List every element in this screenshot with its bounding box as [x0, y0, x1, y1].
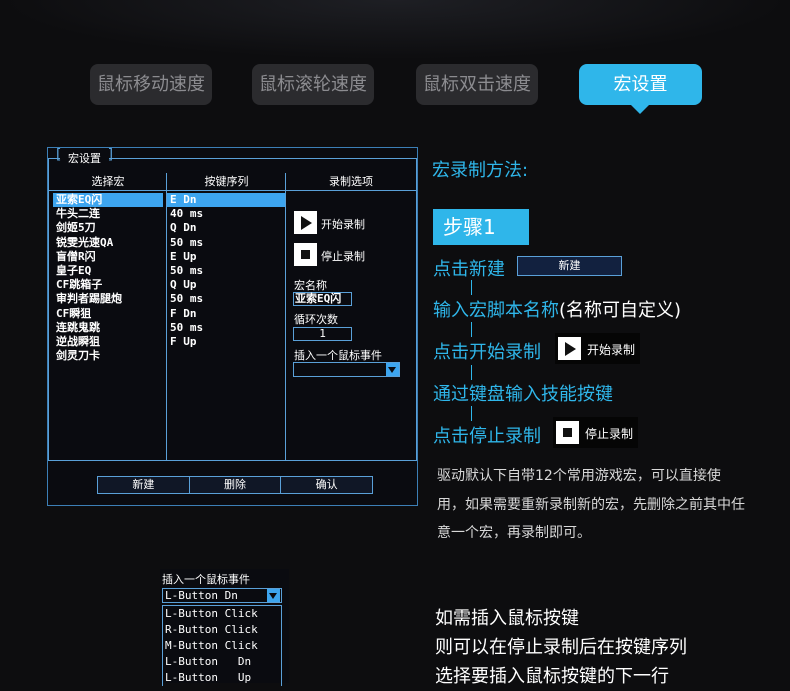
- macro-list-item[interactable]: 剑姬5刀: [53, 221, 163, 235]
- macro-list-item[interactable]: 审判者踢腿炮: [53, 292, 163, 306]
- panel-title: 宏设置: [54, 147, 115, 166]
- macro-panel: 宏设置 选择宏 按键序列 录制选项 亚索EQ闪牛头二连剑姬5刀锐雯光速QA盲僧R…: [47, 147, 418, 506]
- connector-line: [471, 280, 472, 295]
- panel-button-row: 新建 删除 确认: [97, 476, 373, 494]
- delete-button[interactable]: 删除: [188, 477, 281, 493]
- top-glow: [0, 0, 790, 60]
- col-header-options: 录制选项: [286, 173, 416, 191]
- macro-list-item[interactable]: 亚索EQ闪: [53, 193, 163, 208]
- connector-line: [471, 322, 472, 337]
- stop-record-sample-label: 停止录制: [585, 427, 634, 441]
- dropdown-selected-text: L-Button Dn: [165, 589, 238, 602]
- key-sequence-item[interactable]: 50 ms: [167, 236, 285, 250]
- bottom-note-line: 选择要插入鼠标按键的下一行: [435, 666, 669, 687]
- key-sequence-item[interactable]: F Up: [167, 335, 285, 349]
- stop-record-sample: 停止录制: [553, 417, 638, 448]
- step-enter-name-note: (名称可自定义): [559, 300, 682, 321]
- stop-record-sample-button: [556, 421, 579, 444]
- macro-list-item[interactable]: 锐雯光速QA: [53, 236, 163, 250]
- bottom-note: 如需插入鼠标按键 则可以在停止录制后在按键序列 选择要插入鼠标按键的下一行: [435, 604, 687, 691]
- bottom-note-line: 如需插入鼠标按键: [435, 608, 579, 629]
- key-sequence-item[interactable]: E Up: [167, 250, 285, 264]
- key-sequence-item[interactable]: 50 ms: [167, 264, 285, 278]
- key-sequence-item[interactable]: 40 ms: [167, 207, 285, 221]
- insert-mouse-event-select[interactable]: [293, 362, 400, 377]
- dropdown-label: 插入一个鼠标事件: [162, 573, 250, 586]
- play-icon: [301, 216, 312, 230]
- macro-list-item[interactable]: 连跳鬼跳: [53, 321, 163, 335]
- macro-list: 亚索EQ闪 牛头二连 剑姬5刀 锐雯光速QA 盲僧R闪 皇子EQ CF跳箱子 审判者踢腿炮 CF…: [53, 193, 163, 363]
- macro-list-item[interactable]: 剑灵刀卡: [53, 349, 163, 363]
- insert-mouse-event-label: 插入一个鼠标事件: [294, 349, 382, 362]
- macro-list-item[interactable]: 皇子EQ: [53, 264, 163, 278]
- stop-icon: [301, 250, 310, 259]
- key-sequence-item[interactable]: Q Up: [167, 278, 285, 292]
- new-button-sample: 新建: [517, 256, 622, 276]
- macro-name-input[interactable]: 亚索EQ闪: [293, 292, 352, 306]
- start-record-sample-label: 开始录制: [587, 343, 636, 357]
- tab-macro-settings[interactable]: 宏设置: [579, 64, 702, 114]
- new-button[interactable]: 新建: [98, 477, 189, 493]
- bottom-note-line: 则可以在停止录制后在按键序列: [435, 637, 687, 658]
- loop-count-input[interactable]: 1: [293, 327, 352, 341]
- chevron-down-icon: [267, 589, 280, 602]
- key-sequence-item[interactable]: 50 ms: [167, 321, 285, 335]
- key-sequence-item[interactable]: E Dn: [167, 193, 285, 208]
- macro-list-item[interactable]: 盲僧R闪: [53, 250, 163, 264]
- dropdown-options: L-Button Click R-Button Click M-Button Cli…: [162, 605, 282, 686]
- macro-list-item[interactable]: CF瞬狙: [53, 307, 163, 321]
- key-sequence-item[interactable]: 50 ms: [167, 292, 285, 306]
- description-paragraph: 驱动默认下自带12个常用游戏宏，可以直接使用，如果需要重新录制新的宏，先删除之前…: [437, 468, 745, 541]
- step-start-record: 点击开始录制: [433, 342, 541, 363]
- dropdown-option[interactable]: R-Button Click: [163, 622, 281, 638]
- start-record-button[interactable]: [294, 211, 317, 234]
- tab-mouse-speed[interactable]: 鼠标移动速度: [90, 64, 212, 105]
- step-enter-name-text: 输入宏脚本名称: [433, 300, 559, 321]
- tab-scroll-speed[interactable]: 鼠标滚轮速度: [252, 64, 374, 105]
- connector-line: [471, 406, 472, 421]
- macro-list-item[interactable]: 逆战瞬狙: [53, 335, 163, 349]
- mouse-event-dropdown: 插入一个鼠标事件 L-Button Dn L-Button Click R-But…: [160, 569, 289, 686]
- play-icon: [565, 342, 576, 356]
- key-sequence-list: E Dn 40 ms Q Dn 50 ms E Up 50 ms Q Up 50 ms F Dn…: [167, 193, 285, 349]
- tab-double-click-speed[interactable]: 鼠标双击速度: [416, 64, 538, 105]
- loop-count-label: 循环次数: [294, 313, 338, 326]
- col-header-macro: 选择宏: [49, 173, 167, 191]
- stop-record-label: 停止录制: [321, 250, 365, 263]
- step-stop-record: 点击停止录制: [433, 426, 541, 447]
- chevron-down-icon: [386, 363, 399, 376]
- step-badge: 步骤1: [433, 209, 529, 245]
- confirm-button[interactable]: 确认: [280, 477, 373, 493]
- dropdown-option[interactable]: L-Button Up: [163, 670, 281, 686]
- macro-list-item[interactable]: CF跳箱子: [53, 278, 163, 292]
- macro-list-item[interactable]: 牛头二连: [53, 207, 163, 221]
- dropdown-selected[interactable]: L-Button Dn: [162, 588, 282, 603]
- start-record-sample-button: [558, 337, 581, 360]
- stop-record-button[interactable]: [294, 243, 317, 266]
- start-record-label: 开始录制: [321, 218, 365, 231]
- key-sequence-item[interactable]: F Dn: [167, 307, 285, 321]
- col-header-keys: 按键序列: [167, 173, 286, 191]
- stop-icon: [563, 428, 572, 437]
- method-title: 宏录制方法:: [432, 160, 529, 181]
- step-click-new: 点击新建: [433, 259, 505, 280]
- divider: [285, 173, 286, 461]
- dropdown-option[interactable]: L-Button Click: [163, 606, 281, 622]
- connector-line: [471, 365, 472, 380]
- start-record-sample: 开始录制: [555, 333, 640, 364]
- step-type-keys: 通过键盘输入技能按键: [433, 384, 613, 405]
- dropdown-option[interactable]: L-Button Dn: [163, 654, 281, 670]
- step-enter-name: 输入宏脚本名称(名称可自定义): [433, 296, 681, 322]
- dropdown-option[interactable]: M-Button Click: [163, 638, 281, 654]
- key-sequence-item[interactable]: Q Dn: [167, 221, 285, 235]
- macro-name-label: 宏名称: [294, 279, 327, 292]
